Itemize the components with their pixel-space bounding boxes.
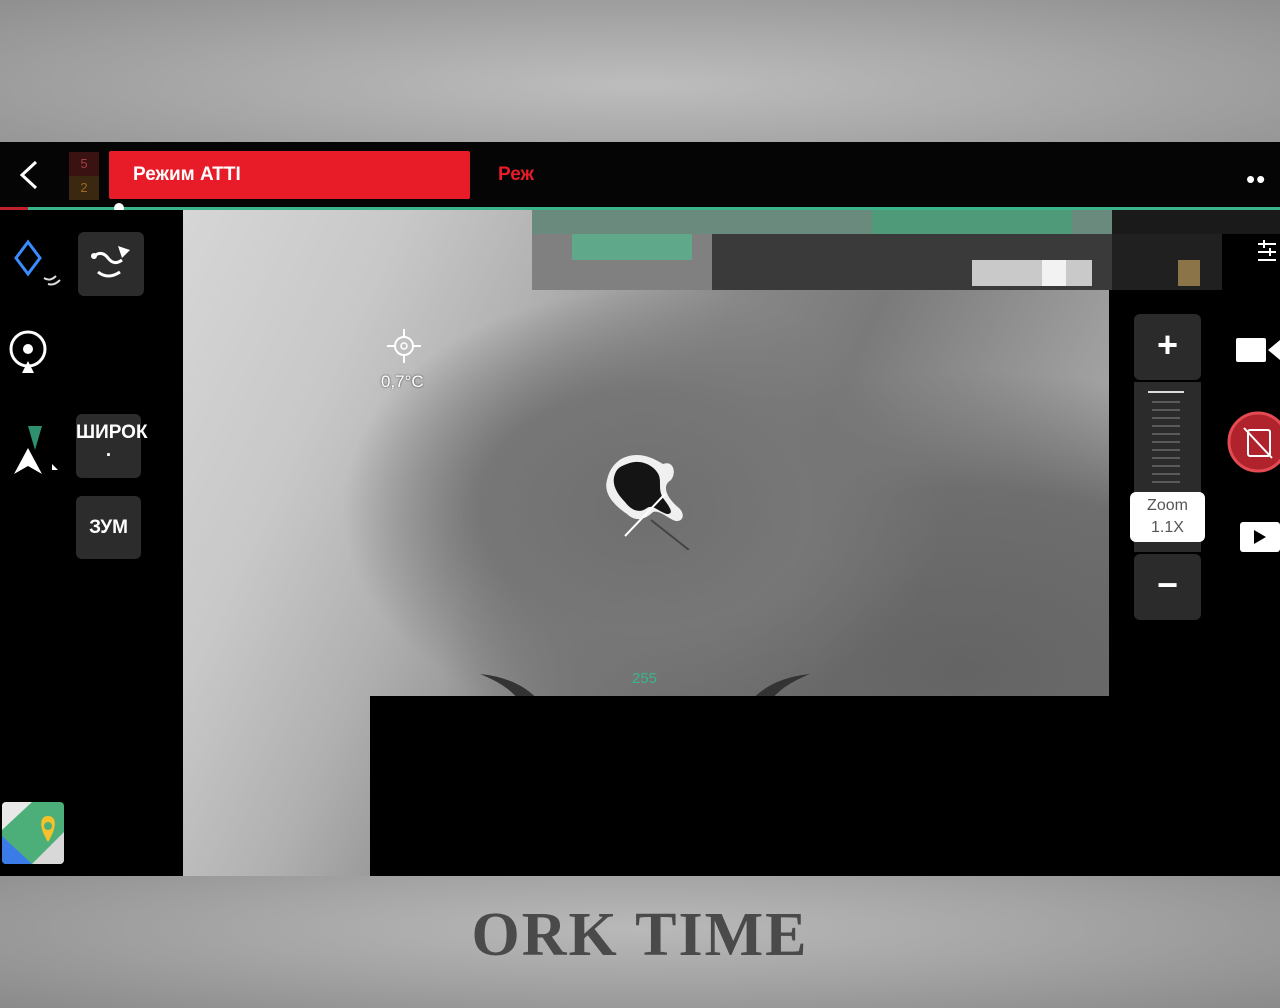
spot-temperature-readout: 0,7°C bbox=[381, 372, 424, 391]
drone-status-icon[interactable] bbox=[10, 238, 62, 290]
zoom-level-badge: Zoom 1.1X bbox=[1130, 492, 1205, 542]
atti-mode-warning-banner[interactable]: Режим ATTI bbox=[109, 151, 470, 199]
center-readout-value: 255 bbox=[632, 670, 658, 687]
route-path-icon bbox=[91, 246, 130, 278]
zoom-camera-button[interactable]: ЗУМ bbox=[76, 496, 141, 559]
wide-camera-dot: . bbox=[105, 440, 112, 461]
zoom-level-value: 1.1X bbox=[1151, 519, 1184, 536]
map-icon bbox=[2, 802, 64, 864]
signal-level-indicator: 5 2 bbox=[69, 152, 99, 200]
signal-level-bottom: 2 bbox=[69, 176, 99, 200]
video-mode-icon[interactable] bbox=[1234, 332, 1280, 368]
camera-settings-icon[interactable] bbox=[1254, 238, 1280, 274]
left-control-panel: ШИРОК . ЗУМ bbox=[0, 210, 183, 876]
flight-route-button[interactable] bbox=[78, 232, 144, 296]
map-button[interactable] bbox=[2, 802, 64, 864]
gimbal-direction-icon[interactable] bbox=[8, 420, 60, 478]
return-home-icon[interactable] bbox=[6, 327, 50, 375]
top-status-bar: 5 2 Режим ATTI Реж •• bbox=[0, 142, 1280, 208]
blurred-frame-top bbox=[0, 0, 1280, 142]
zoom-label-text: Zoom bbox=[1147, 497, 1188, 514]
channel-watermark: ORK TIME bbox=[471, 901, 809, 969]
atti-mode-warning-scroll-text: Реж bbox=[498, 164, 534, 185]
bottom-mask-area bbox=[370, 696, 1280, 876]
playback-icon[interactable] bbox=[1240, 522, 1280, 552]
status-progress-line bbox=[0, 207, 1280, 210]
wide-camera-button[interactable]: ШИРОК . bbox=[76, 414, 148, 478]
temperature-crosshair-icon bbox=[387, 329, 421, 363]
thermal-hotspot-blob bbox=[606, 454, 690, 550]
zoom-in-button[interactable]: + bbox=[1134, 314, 1201, 380]
more-options-icon[interactable]: •• bbox=[1246, 164, 1266, 195]
zoom-out-button[interactable]: − bbox=[1134, 554, 1201, 620]
signal-level-top: 5 bbox=[80, 156, 88, 171]
record-button-icon[interactable] bbox=[1226, 410, 1280, 474]
drone-controller-screen: 0,7°C 5 2 Режим ATTI Реж •• ШИРОК . ЗУМ … bbox=[0, 142, 1280, 876]
zoom-control: + Zoom 1.1X − bbox=[1130, 314, 1205, 620]
back-arrow-icon[interactable] bbox=[14, 158, 44, 192]
